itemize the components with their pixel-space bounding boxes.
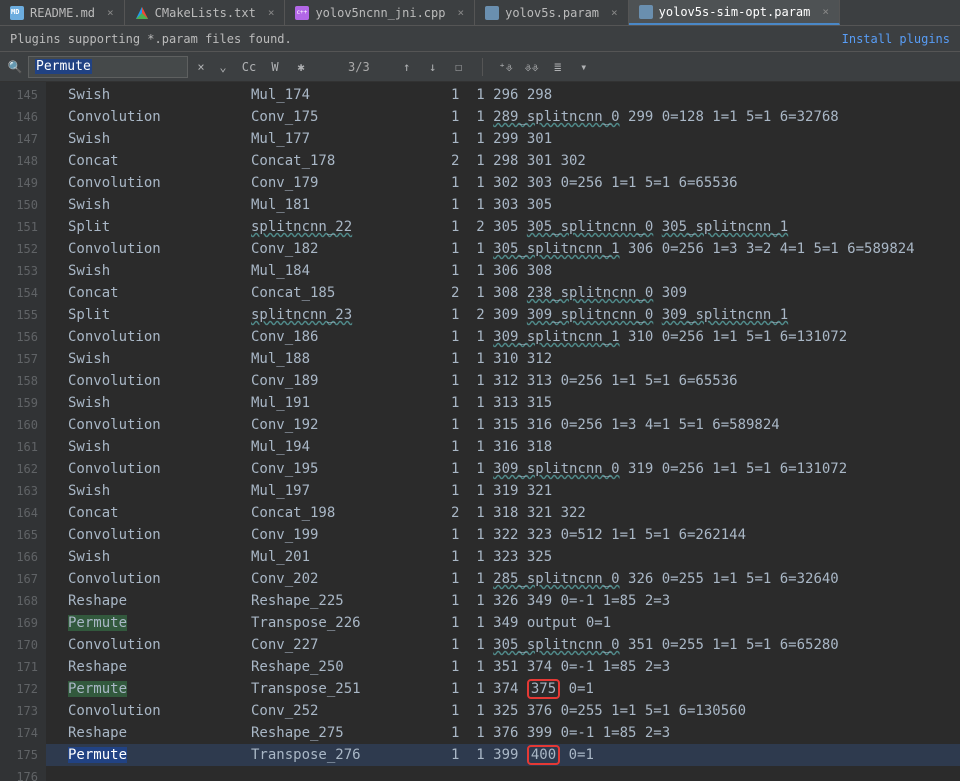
code-line[interactable]: ConcatConcat_1782 1 298 301 302 xyxy=(46,150,960,172)
close-icon[interactable]: × xyxy=(107,6,114,19)
code-line[interactable]: Splitsplitncnn_231 2 309 309_splitncnn_0… xyxy=(46,304,960,326)
prev-match-button[interactable]: ↑ xyxy=(398,58,416,76)
tab-bar: README.md × CMakeLists.txt × yolov5ncnn_… xyxy=(0,0,960,26)
code-line[interactable]: ReshapeReshape_2251 1 326 349 0=-1 1=85 … xyxy=(46,590,960,612)
tab-label: yolov5s.param xyxy=(505,6,599,20)
code-line[interactable]: ConvolutionConv_1991 1 322 323 0=512 1=1… xyxy=(46,524,960,546)
close-icon[interactable]: × xyxy=(457,6,464,19)
code-line[interactable]: SwishMul_1771 1 299 301 xyxy=(46,128,960,150)
code-line[interactable]: Splitsplitncnn_221 2 305 305_splitncnn_0… xyxy=(46,216,960,238)
tab-yolov5s[interactable]: yolov5s.param × xyxy=(475,0,629,25)
code-line[interactable]: SwishMul_2011 1 323 325 xyxy=(46,546,960,568)
cpp-icon xyxy=(295,6,309,20)
code-line[interactable] xyxy=(46,766,960,781)
install-plugins-link[interactable]: Install plugins xyxy=(842,32,950,46)
notice-text: Plugins supporting *.param files found. xyxy=(10,32,292,46)
code-line[interactable]: SwishMul_1941 1 316 318 xyxy=(46,436,960,458)
tab-label: yolov5s-sim-opt.param xyxy=(659,5,811,19)
code-line[interactable]: ReshapeReshape_2501 1 351 374 0=-1 1=85 … xyxy=(46,656,960,678)
match-case-toggle[interactable]: Cc xyxy=(240,58,258,76)
plugin-notice: Plugins supporting *.param files found. … xyxy=(0,26,960,52)
next-match-button[interactable]: ↓ xyxy=(424,58,442,76)
clear-icon[interactable]: × xyxy=(192,58,210,76)
close-icon[interactable]: × xyxy=(611,6,618,19)
code-line[interactable]: ConcatConcat_1852 1 308 238_splitncnn_0 … xyxy=(46,282,960,304)
filter-icon[interactable]: ▾ xyxy=(575,58,593,76)
code-line[interactable]: ConvolutionConv_1861 1 309_splitncnn_1 3… xyxy=(46,326,960,348)
code-line[interactable]: ConvolutionConv_2521 1 325 376 0=255 1=1… xyxy=(46,700,960,722)
add-selection-button[interactable]: ⁺⎀ xyxy=(497,58,515,76)
match-counter: 3/3 xyxy=(348,60,370,74)
search-icon: 🔍 xyxy=(6,58,24,76)
search-input[interactable]: Permute xyxy=(28,56,188,78)
tab-label: yolov5ncnn_jni.cpp xyxy=(315,6,445,20)
code-line[interactable]: ConcatConcat_1982 1 318 321 322 xyxy=(46,502,960,524)
code-line[interactable]: ConvolutionConv_1821 1 305_splitncnn_1 3… xyxy=(46,238,960,260)
words-toggle[interactable]: W xyxy=(266,58,284,76)
code-line[interactable]: SwishMul_1741 1 296 298 xyxy=(46,84,960,106)
code-line[interactable]: PermuteTranspose_2511 1 374 375 0=1 xyxy=(46,678,960,700)
code-line[interactable]: ConvolutionConv_1951 1 309_splitncnn_0 3… xyxy=(46,458,960,480)
tab-yolov5s-sim-opt[interactable]: yolov5s-sim-opt.param × xyxy=(629,0,840,25)
code-line[interactable]: SwishMul_1911 1 313 315 xyxy=(46,392,960,414)
code-line[interactable]: ReshapeReshape_2751 1 376 399 0=-1 1=85 … xyxy=(46,722,960,744)
tab-readme[interactable]: README.md × xyxy=(0,0,125,25)
md-icon xyxy=(10,6,24,20)
code-line[interactable]: SwishMul_1841 1 306 308 xyxy=(46,260,960,282)
code-line[interactable]: ConvolutionConv_1751 1 289_splitncnn_0 2… xyxy=(46,106,960,128)
code-area[interactable]: SwishMul_1741 1 296 298ConvolutionConv_1… xyxy=(46,82,960,781)
history-icon[interactable]: ⌄ xyxy=(214,58,232,76)
close-icon[interactable]: × xyxy=(268,6,275,19)
code-line[interactable]: SwishMul_1811 1 303 305 xyxy=(46,194,960,216)
file-icon xyxy=(639,5,653,19)
select-occurrences-button[interactable]: ⎀⎀ xyxy=(523,58,541,76)
tab-jni[interactable]: yolov5ncnn_jni.cpp × xyxy=(285,0,475,25)
cmake-icon xyxy=(135,6,149,20)
tab-label: CMakeLists.txt xyxy=(155,6,256,20)
file-icon xyxy=(485,6,499,20)
editor: 1451461471481491501511521531541551561571… xyxy=(0,82,960,781)
line-gutter: 1451461471481491501511521531541551561571… xyxy=(0,82,46,781)
code-line[interactable]: ConvolutionConv_1921 1 315 316 0=256 1=3… xyxy=(46,414,960,436)
code-line[interactable]: SwishMul_1971 1 319 321 xyxy=(46,480,960,502)
code-line[interactable]: ConvolutionConv_1891 1 312 313 0=256 1=1… xyxy=(46,370,960,392)
close-icon[interactable]: × xyxy=(822,5,829,18)
code-line[interactable]: ConvolutionConv_2021 1 285_splitncnn_0 3… xyxy=(46,568,960,590)
select-all-button[interactable]: ☐ xyxy=(450,58,468,76)
code-line[interactable]: ConvolutionConv_2271 1 305_splitncnn_0 3… xyxy=(46,634,960,656)
find-toolbar: 🔍 Permute × ⌄ Cc W ✱ 3/3 ↑ ↓ ☐ ⁺⎀ ⎀⎀ ≣ ▾ xyxy=(0,52,960,82)
settings-icon[interactable]: ≣ xyxy=(549,58,567,76)
tab-cmake[interactable]: CMakeLists.txt × xyxy=(125,0,286,25)
code-line[interactable]: PermuteTranspose_2761 1 399 400 0=1 xyxy=(46,744,960,766)
code-line[interactable]: ConvolutionConv_1791 1 302 303 0=256 1=1… xyxy=(46,172,960,194)
tab-label: README.md xyxy=(30,6,95,20)
regex-toggle[interactable]: ✱ xyxy=(292,58,310,76)
code-line[interactable]: PermuteTranspose_2261 1 349 output 0=1 xyxy=(46,612,960,634)
code-line[interactable]: SwishMul_1881 1 310 312 xyxy=(46,348,960,370)
